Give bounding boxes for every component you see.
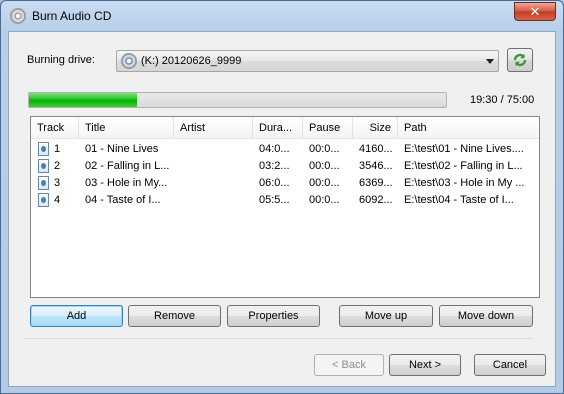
burning-drive-value: (K:) 20120626_9999 [141, 55, 242, 67]
track-list-header: Track Title Artist Dura... Pause Size Pa… [31, 117, 539, 139]
track-pause: 00:0... [309, 160, 340, 172]
track-pause: 00:0... [309, 143, 340, 155]
track-duration: 05:5... [259, 194, 290, 206]
table-row[interactable]: 1 01 - Nine Lives 04:0... 00:0... 4160... E:\… [31, 141, 539, 158]
track-duration: 04:0... [259, 143, 290, 155]
column-header-path[interactable]: Path [398, 117, 539, 139]
capacity-progress-bar [28, 92, 447, 108]
track-path: E:\test\03 - Hole in My ... [404, 177, 525, 189]
capacity-time-label: 19:30 / 75:00 [470, 94, 535, 106]
column-header-title[interactable]: Title [79, 117, 174, 139]
column-header-pause[interactable]: Pause [303, 117, 353, 139]
track-duration: 03:2... [259, 160, 290, 172]
window-title: Burn Audio CD [32, 9, 112, 23]
column-header-artist[interactable]: Artist [174, 117, 253, 139]
track-size: 3546... [359, 160, 393, 172]
footer-divider [23, 338, 533, 339]
move-up-button[interactable]: Move up [339, 305, 433, 327]
track-list[interactable]: Track Title Artist Dura... Pause Size Pa… [30, 116, 540, 298]
capacity-progress-fill [29, 93, 138, 107]
audio-track-icon [38, 193, 49, 207]
track-number: 1 [31, 141, 79, 158]
track-number: 3 [31, 175, 79, 192]
title-bar: Burn Audio CD ✕ [1, 1, 563, 31]
refresh-drives-button[interactable] [507, 48, 533, 72]
table-row[interactable]: 2 02 - Falling in L... 03:2... 00:0... 3546.… [31, 158, 539, 175]
column-header-size[interactable]: Size [353, 117, 398, 139]
close-button[interactable]: ✕ [514, 2, 556, 21]
back-button: < Back [314, 354, 384, 376]
remove-button[interactable]: Remove [128, 305, 221, 327]
track-artist [174, 175, 253, 192]
audio-track-icon [38, 159, 49, 173]
track-number-text: 4 [54, 194, 61, 206]
next-button[interactable]: Next > [389, 354, 461, 376]
track-title: 04 - Taste of I... [85, 194, 161, 206]
add-button[interactable]: Add [30, 305, 123, 327]
cd-app-icon [10, 8, 26, 24]
track-number: 4 [31, 192, 79, 209]
table-row[interactable]: 4 04 - Taste of I... 05:5... 00:0... 6092...… [31, 192, 539, 209]
column-header-track[interactable]: Track [31, 117, 79, 139]
track-pause: 00:0... [309, 177, 340, 189]
track-path: E:\test\02 - Falling in L... [404, 160, 523, 172]
track-size: 4160... [359, 143, 393, 155]
track-pause: 00:0... [309, 194, 340, 206]
track-duration: 06:0... [259, 177, 290, 189]
track-artist [174, 158, 253, 175]
track-number-text: 3 [54, 177, 61, 189]
track-title: 01 - Nine Lives [85, 143, 159, 155]
burning-drive-label: Burning drive: [27, 54, 95, 66]
burning-drive-select[interactable]: (K:) 20120626_9999 [116, 50, 499, 72]
cancel-button[interactable]: Cancel [474, 354, 546, 376]
track-number-text: 2 [54, 160, 61, 172]
chevron-down-icon [486, 59, 494, 64]
refresh-icon [513, 53, 527, 67]
track-number-text: 1 [54, 143, 61, 155]
column-header-duration[interactable]: Dura... [253, 117, 303, 139]
track-size: 6369... [359, 177, 393, 189]
properties-button[interactable]: Properties [227, 305, 320, 327]
track-size: 6092... [359, 194, 393, 206]
audio-track-icon [38, 142, 49, 156]
track-artist [174, 141, 253, 158]
table-row[interactable]: 3 03 - Hole in My... 06:0... 00:0... 6369...… [31, 175, 539, 192]
track-path: E:\test\04 - Taste of I... [404, 194, 514, 206]
burn-audio-cd-window: Burn Audio CD ✕ Burning drive: (K:) 2012… [0, 0, 564, 394]
audio-track-icon [38, 176, 49, 190]
move-down-button[interactable]: Move down [439, 305, 533, 327]
track-title: 02 - Falling in L... [85, 160, 170, 172]
disc-icon [121, 53, 137, 69]
track-artist [174, 192, 253, 209]
track-title: 03 - Hole in My... [85, 177, 168, 189]
track-path: E:\test\01 - Nine Lives.... [404, 143, 524, 155]
track-number: 2 [31, 158, 79, 175]
dialog-body: Burning drive: (K:) 20120626_9999 19:30 … [8, 31, 556, 387]
